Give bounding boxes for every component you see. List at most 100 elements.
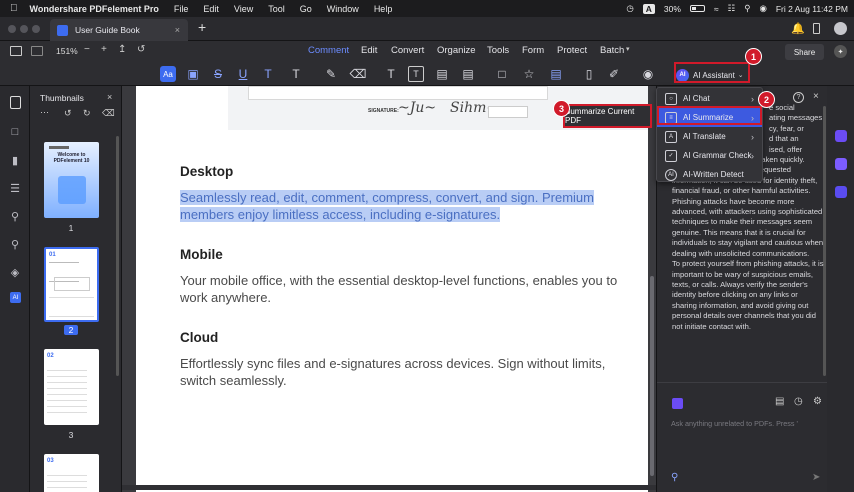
tab-batch[interactable]: Batch [600,45,624,56]
more-options-icon[interactable]: ⋯ [40,107,49,118]
rotate-left-icon[interactable]: ↺ [64,108,72,119]
tab-tools[interactable]: Tools [487,45,509,56]
tab-convert[interactable]: Convert [391,45,424,56]
squiggly-icon[interactable]: T [260,66,276,82]
pen-icon[interactable]: ✎ [323,66,339,82]
thumbnails-panel-icon[interactable] [10,96,21,109]
zoom-out-icon[interactable]: − [84,44,90,55]
datetime[interactable]: Fri 2 Aug 11:42 PM [776,4,848,14]
apple-icon[interactable]:  [10,3,18,14]
pdf-page[interactable]: SIGNATURE: ~Ju~ Sihm~ Desktop Seamlessly… [136,86,648,492]
highlight-text-icon[interactable]: Aa [160,66,176,82]
eraser-icon[interactable]: ⌫ [350,66,367,82]
section-body-desktop[interactable]: Seamlessly read, edit, comment, compress… [180,189,630,223]
note-icon[interactable]: ▤ [460,66,476,82]
close-tab-icon[interactable]: × [175,25,180,35]
delete-page-icon[interactable]: ⌫ [102,108,115,119]
send-icon[interactable]: ➤ [812,472,820,483]
callout-icon[interactable]: ▤ [434,66,450,82]
typewriter-icon[interactable]: T [383,66,399,82]
stamp-icon[interactable]: ☆ [521,66,537,82]
settings-icon[interactable]: ⚙ [813,396,822,407]
shape-icon[interactable]: □ [494,66,510,82]
text-edit-icon[interactable]: T [288,66,304,82]
tab-edit[interactable]: Edit [361,45,377,56]
mobile-device-icon[interactable] [813,23,820,34]
time-machine-icon[interactable]: ◷ [626,3,633,14]
pages-panel-icon[interactable]: ☰ [7,180,23,196]
strikethrough-icon[interactable]: S [210,66,226,82]
clock-icon[interactable]: ◷ [794,396,803,407]
menu-help[interactable]: Help [374,4,393,14]
attachment-icon[interactable]: ⚲ [7,208,23,224]
ai-check-icon[interactable] [835,158,847,170]
notification-icon[interactable]: ◉ [759,3,766,14]
zoom-level[interactable]: 151% [56,46,78,56]
menu-item-ai-translate[interactable]: A AI Translate › [657,127,762,146]
wifi-icon[interactable]: ≈ [714,4,719,14]
show-hide-comments-icon[interactable]: ◉ [640,66,656,82]
area-highlight-icon[interactable]: ▣ [185,66,201,82]
text-box-icon[interactable]: T [408,66,424,82]
horizontal-scrollbar[interactable] [122,485,656,490]
menu-item-ai-written-detect[interactable]: AI AI-Written Detect [657,165,762,184]
battery-icon[interactable] [689,5,705,12]
menu-file[interactable]: File [174,4,189,14]
thumb-number-2[interactable]: 2 [64,325,78,335]
comments-panel-icon[interactable]: □ [7,124,23,140]
tab-comment[interactable]: Comment [308,45,349,56]
thumbnail-page-3[interactable]: 02 [44,349,99,425]
menu-item-ai-grammar-check[interactable]: ✓ AI Grammar Check › [657,146,762,165]
summarize-current-pdf-item[interactable]: Summarize Current PDF [563,104,652,128]
sidebar-toggle-icon[interactable] [10,46,22,56]
measure-icon[interactable]: ▤ [548,66,564,82]
ai-robot-icon[interactable] [835,130,847,142]
search-panel-icon[interactable]: ⚲ [7,236,23,252]
layers-icon[interactable]: ◈ [7,264,23,280]
vertical-scrollbar[interactable] [650,276,654,476]
menu-view[interactable]: View [234,4,253,14]
zoom-in-icon[interactable]: + [101,44,107,55]
underline-icon[interactable]: U [235,66,251,82]
batch-dropdown-icon[interactable]: ▾ [626,45,630,53]
rotate-icon[interactable]: ↺ [137,44,145,55]
menu-app-name[interactable]: Wondershare PDFelement Pro [30,4,159,14]
ai-panel-icon[interactable]: AI [10,292,21,303]
chat-input[interactable]: Ask anything unrelated to PDFs. Press ' [671,419,821,428]
thumb-number-3: 3 [68,430,74,440]
tab-form[interactable]: Form [522,45,544,56]
signature-icon[interactable]: ✐ [606,66,622,82]
prompt-icon[interactable]: ⚲ [671,472,678,483]
bell-icon[interactable]: 🔔 [791,22,805,35]
menu-edit[interactable]: Edit [203,4,219,14]
selected-text[interactable]: Seamlessly read, edit, comment, compress… [180,190,594,222]
control-center-icon[interactable]: ☷ [728,3,736,14]
fit-page-icon[interactable]: ↥ [118,44,126,55]
menu-go[interactable]: Go [300,4,312,14]
zoom-window-button[interactable] [32,25,40,33]
page-layout-icon[interactable] [31,46,43,56]
close-panel-icon[interactable]: × [107,92,112,102]
ai-tool-icon[interactable] [835,186,847,198]
input-source-indicator[interactable]: A [642,3,655,14]
tab-organize[interactable]: Organize [437,45,476,56]
new-tab-button[interactable]: + [198,19,206,35]
menu-tool[interactable]: Tool [268,4,285,14]
bookmark-panel-icon[interactable]: ▮ [7,152,23,168]
history-icon[interactable]: ▤ [775,396,784,407]
rotate-right-icon[interactable]: ↻ [83,108,91,119]
close-window-button[interactable] [8,25,16,33]
tab-protect[interactable]: Protect [557,45,587,56]
thumbnail-page-1[interactable]: Welcome to PDFelement 10 [44,142,99,218]
stamp-tool-icon[interactable]: ▯ [581,66,597,82]
search-icon[interactable]: ⚲ [744,3,750,14]
menu-window[interactable]: Window [327,4,359,14]
thumbnail-page-2[interactable]: 01 [44,247,99,322]
profile-avatar[interactable] [834,22,847,35]
thumb-scrollbar[interactable] [116,136,119,376]
document-tab[interactable]: User Guide Book × [50,19,188,41]
share-button[interactable]: Share [785,44,824,60]
ai-sparkle-icon[interactable]: ✦ [834,45,847,58]
thumbnail-page-4[interactable]: 03 [44,454,99,492]
minimize-window-button[interactable] [20,25,28,33]
